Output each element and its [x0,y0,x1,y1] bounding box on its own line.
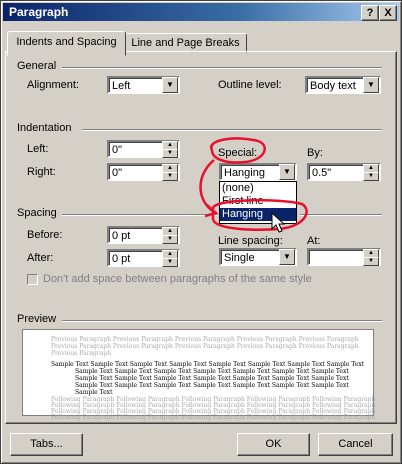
tab-label: Indents and Spacing [16,36,117,48]
annotation-circle-special [209,137,266,164]
annotation-ellipse-hanging [211,198,308,231]
tab-indents-and-spacing[interactable]: Indents and Spacing [7,31,126,56]
annotation-curve-arrow [199,159,215,214]
annotation-overlay [199,137,308,233]
